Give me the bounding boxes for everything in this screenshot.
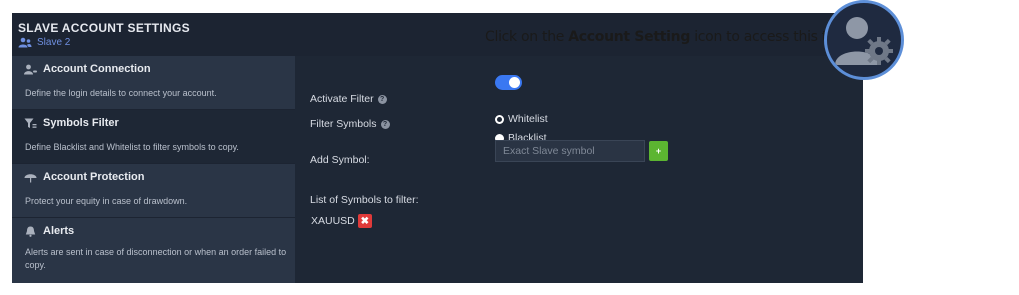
settings-panel: SLAVE ACCOUNT SETTINGS Slave 2 Account C… [12, 13, 863, 283]
symbols-filter-content: Activate Filter ? Filter Symbols ? White… [295, 56, 863, 283]
activate-filter-toggle[interactable] [495, 75, 522, 90]
bell-icon [25, 226, 36, 237]
sidebar-item-symbols-filter[interactable]: Symbols Filter Define Blacklist and Whit… [12, 110, 295, 163]
tooltip-hint: Click on the Account Setting icon to acc… [485, 29, 844, 45]
user-gear-icon [835, 17, 893, 65]
user-link-icon [24, 64, 37, 74]
sidebar-item-label: Symbols Filter [43, 117, 119, 129]
filter-icon [24, 118, 37, 128]
whitelist-radio[interactable] [495, 114, 504, 124]
symbol-name: XAUUSD [311, 215, 355, 227]
filter-symbols-label: Filter Symbols ? [310, 118, 390, 130]
sidebar-item-label: Alerts [43, 225, 75, 237]
account-subtitle: Slave 2 [18, 37, 70, 48]
toggle-knob [509, 77, 520, 88]
account-setting-icon[interactable] [824, 0, 904, 80]
users-icon [18, 37, 32, 48]
sidebar-item-desc: Protect your equity in case of drawdown. [25, 196, 188, 206]
sidebar-item-desc: Alerts are sent in case of disconnection… [25, 247, 287, 270]
sidebar-item-alerts[interactable]: Alerts Alerts are sent in case of discon… [12, 218, 295, 283]
activate-filter-label: Activate Filter ? [310, 93, 387, 105]
help-icon[interactable]: ? [380, 119, 390, 129]
tip-highlight: Account Setting [568, 29, 691, 45]
symbol-input[interactable] [495, 140, 645, 162]
symbol-list-label: List of Symbols to filter: [310, 194, 419, 206]
remove-symbol-button[interactable]: ✖ [357, 214, 372, 228]
sidebar-item-account-connection[interactable]: Account Connection Define the login deta… [12, 56, 295, 109]
sidebar-item-label: Account Connection [43, 63, 151, 75]
sidebar-item-account-protection[interactable]: Account Protection Protect your equity i… [12, 164, 295, 217]
whitelist-option[interactable]: Whitelist [495, 113, 548, 125]
add-symbol-label: Add Symbol: [310, 154, 370, 166]
symbol-chip: XAUUSD ✖ [311, 214, 372, 228]
sidebar-item-label: Account Protection [43, 171, 145, 183]
settings-sidebar: Account Connection Define the login deta… [12, 56, 295, 283]
slave-name: Slave 2 [37, 37, 71, 48]
add-symbol-button[interactable]: + [649, 141, 668, 161]
page-title: SLAVE ACCOUNT SETTINGS [18, 21, 190, 35]
sidebar-item-desc: Define the login details to connect your… [25, 88, 217, 98]
sidebar-item-desc: Define Blacklist and Whitelist to filter… [25, 142, 239, 152]
help-icon[interactable]: ? [377, 94, 387, 104]
umbrella-icon [24, 173, 37, 182]
